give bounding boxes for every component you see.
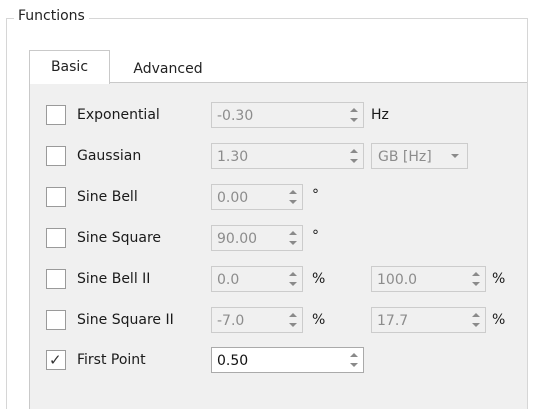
row-sine-bell-ii: Sine Bell II 0.0 % 100.0 % [30, 266, 527, 292]
sine-square-ii-spinbox-2[interactable]: 17.7 [371, 307, 486, 333]
sine-square-ii-value-2: 17.7 [377, 313, 409, 329]
sine-bell-ii-value: 0.0 [217, 272, 240, 288]
sine-bell-ii-value-2: 100.0 [377, 272, 418, 288]
row-gaussian: Gaussian 1.30 GB [Hz] [30, 143, 527, 169]
first-point-label: First Point [77, 352, 146, 368]
exponential-value: -0.30 [217, 108, 254, 124]
spin-down-icon[interactable] [289, 323, 297, 327]
sine-bell-ii-checkbox[interactable] [46, 269, 66, 289]
spin-up-icon[interactable] [289, 272, 297, 276]
spin-up-icon[interactable] [350, 108, 358, 112]
sine-square-unit: ° [312, 228, 319, 244]
sine-square-label: Sine Square [77, 230, 161, 246]
exponential-spinbox[interactable]: -0.30 [211, 102, 364, 128]
sine-square-value: 90.00 [217, 231, 258, 247]
sine-square-checkbox[interactable] [46, 228, 66, 248]
exponential-checkbox[interactable] [46, 105, 66, 125]
spin-up-icon[interactable] [350, 149, 358, 153]
gaussian-checkbox[interactable] [46, 146, 66, 166]
sine-square-ii-unit-2: % [492, 312, 506, 328]
tab-advanced[interactable]: Advanced [115, 54, 221, 84]
row-sine-square-ii: Sine Square II -7.0 % 17.7 % [30, 307, 527, 333]
spin-down-icon[interactable] [289, 200, 297, 204]
sine-bell-unit: ° [312, 187, 319, 203]
row-first-point: ✓ First Point 0.50 [30, 347, 527, 373]
group-title: Functions [14, 8, 89, 24]
sine-bell-label: Sine Bell [77, 189, 138, 205]
sine-square-ii-unit: % [312, 312, 326, 328]
checkmark-icon: ✓ [49, 351, 62, 369]
spin-up-icon[interactable] [472, 313, 480, 317]
tab-panel-basic: Exponential -0.30 Hz Gaussian 1.30 GB [H… [29, 82, 527, 409]
first-point-value: 0.50 [217, 353, 249, 369]
gaussian-unit-select[interactable]: GB [Hz] [371, 143, 468, 169]
sine-square-ii-spinbox[interactable]: -7.0 [211, 307, 303, 333]
first-point-spinbox[interactable]: 0.50 [211, 347, 364, 373]
sine-bell-ii-spinbox-2[interactable]: 100.0 [371, 266, 486, 292]
gaussian-value: 1.30 [217, 149, 249, 165]
spin-up-icon[interactable] [289, 190, 297, 194]
spin-up-icon[interactable] [350, 353, 358, 357]
row-sine-bell: Sine Bell 0.00 ° [30, 184, 527, 210]
sine-bell-checkbox[interactable] [46, 187, 66, 207]
spin-down-icon[interactable] [472, 323, 480, 327]
sine-bell-value: 0.00 [217, 190, 249, 206]
sine-bell-ii-spinbox[interactable]: 0.0 [211, 266, 303, 292]
gaussian-select-value: GB [Hz] [378, 149, 432, 165]
spin-up-icon[interactable] [289, 231, 297, 235]
sine-square-spinbox[interactable]: 90.00 [211, 225, 303, 251]
tab-basic[interactable]: Basic [29, 50, 110, 84]
spin-down-icon[interactable] [472, 282, 480, 286]
sine-square-ii-label: Sine Square II [77, 312, 174, 328]
spin-up-icon[interactable] [472, 272, 480, 276]
gaussian-label: Gaussian [77, 148, 142, 164]
spin-up-icon[interactable] [289, 313, 297, 317]
first-point-checkbox[interactable]: ✓ [46, 350, 66, 370]
spin-down-icon[interactable] [350, 118, 358, 122]
spin-down-icon[interactable] [289, 282, 297, 286]
spin-down-icon[interactable] [289, 241, 297, 245]
sine-bell-spinbox[interactable]: 0.00 [211, 184, 303, 210]
spin-down-icon[interactable] [350, 363, 358, 367]
chevron-down-icon[interactable] [451, 154, 459, 158]
sine-square-ii-value: -7.0 [217, 313, 245, 329]
sine-bell-ii-unit-2: % [492, 271, 506, 287]
spin-down-icon[interactable] [350, 159, 358, 163]
sine-bell-ii-label: Sine Bell II [77, 271, 151, 287]
row-sine-square: Sine Square 90.00 ° [30, 225, 527, 251]
sine-bell-ii-unit: % [312, 271, 326, 287]
exponential-unit: Hz [371, 107, 389, 123]
exponential-label: Exponential [77, 107, 160, 123]
sine-square-ii-checkbox[interactable] [46, 310, 66, 330]
row-exponential: Exponential -0.30 Hz [30, 102, 527, 128]
gaussian-spinbox[interactable]: 1.30 [211, 143, 364, 169]
